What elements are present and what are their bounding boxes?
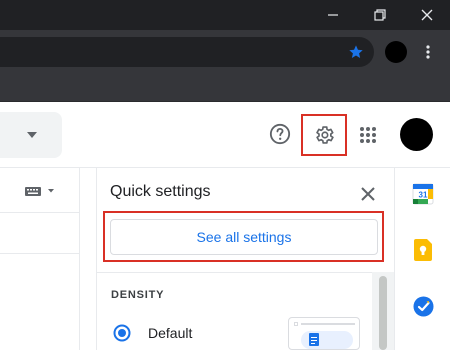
row-divider <box>0 253 79 254</box>
profile-avatar[interactable] <box>385 41 407 63</box>
calendar-day: 31 <box>419 191 428 200</box>
keep-button[interactable] <box>413 239 433 261</box>
close-window-button[interactable] <box>404 0 450 30</box>
keyboard-icon <box>25 187 54 196</box>
minimize-button[interactable] <box>310 0 356 30</box>
calendar-button[interactable]: 31 <box>412 183 434 205</box>
quick-settings-title: Quick settings <box>110 183 211 200</box>
section-divider <box>96 272 394 273</box>
tasks-icon <box>413 296 434 317</box>
density-heading: DENSITY <box>111 289 165 301</box>
restore-button[interactable] <box>357 0 403 30</box>
browser-menu-button[interactable] <box>418 41 438 63</box>
close-icon <box>361 187 375 201</box>
close-quick-settings-button[interactable] <box>357 183 379 205</box>
calendar-icon: 31 <box>412 183 434 205</box>
scrollbar-thumb[interactable] <box>379 276 387 350</box>
address-bar[interactable] <box>0 37 374 67</box>
density-option-label[interactable]: Default <box>148 325 192 341</box>
density-default-preview[interactable] <box>288 317 360 350</box>
see-all-settings-button[interactable]: See all settings <box>110 219 378 255</box>
search-options-dropdown-icon[interactable] <box>27 132 37 138</box>
search-box[interactable] <box>0 112 62 158</box>
input-tools-button[interactable] <box>20 182 60 200</box>
density-default-radio[interactable] <box>113 324 131 342</box>
star-icon <box>349 45 363 58</box>
bookmark-star-button[interactable] <box>344 41 368 63</box>
tasks-button[interactable] <box>413 296 434 317</box>
apps-grid-icon <box>360 127 376 143</box>
document-icon <box>309 333 319 346</box>
gmail-header <box>0 102 450 168</box>
minimize-icon <box>328 14 338 16</box>
row-divider <box>0 212 79 213</box>
close-icon <box>421 9 433 21</box>
google-apps-button[interactable] <box>356 123 380 147</box>
preview-line <box>301 323 355 325</box>
preview-checkbox <box>294 322 298 326</box>
radio-selected-icon <box>113 324 131 342</box>
support-button[interactable] <box>266 120 294 148</box>
account-avatar[interactable] <box>400 118 433 151</box>
settings-highlight-box <box>301 114 347 156</box>
keep-icon <box>414 239 432 261</box>
bookmarks-bar <box>0 74 450 102</box>
restore-icon <box>374 9 386 21</box>
more-vert-icon <box>426 45 430 59</box>
help-icon <box>269 123 291 145</box>
